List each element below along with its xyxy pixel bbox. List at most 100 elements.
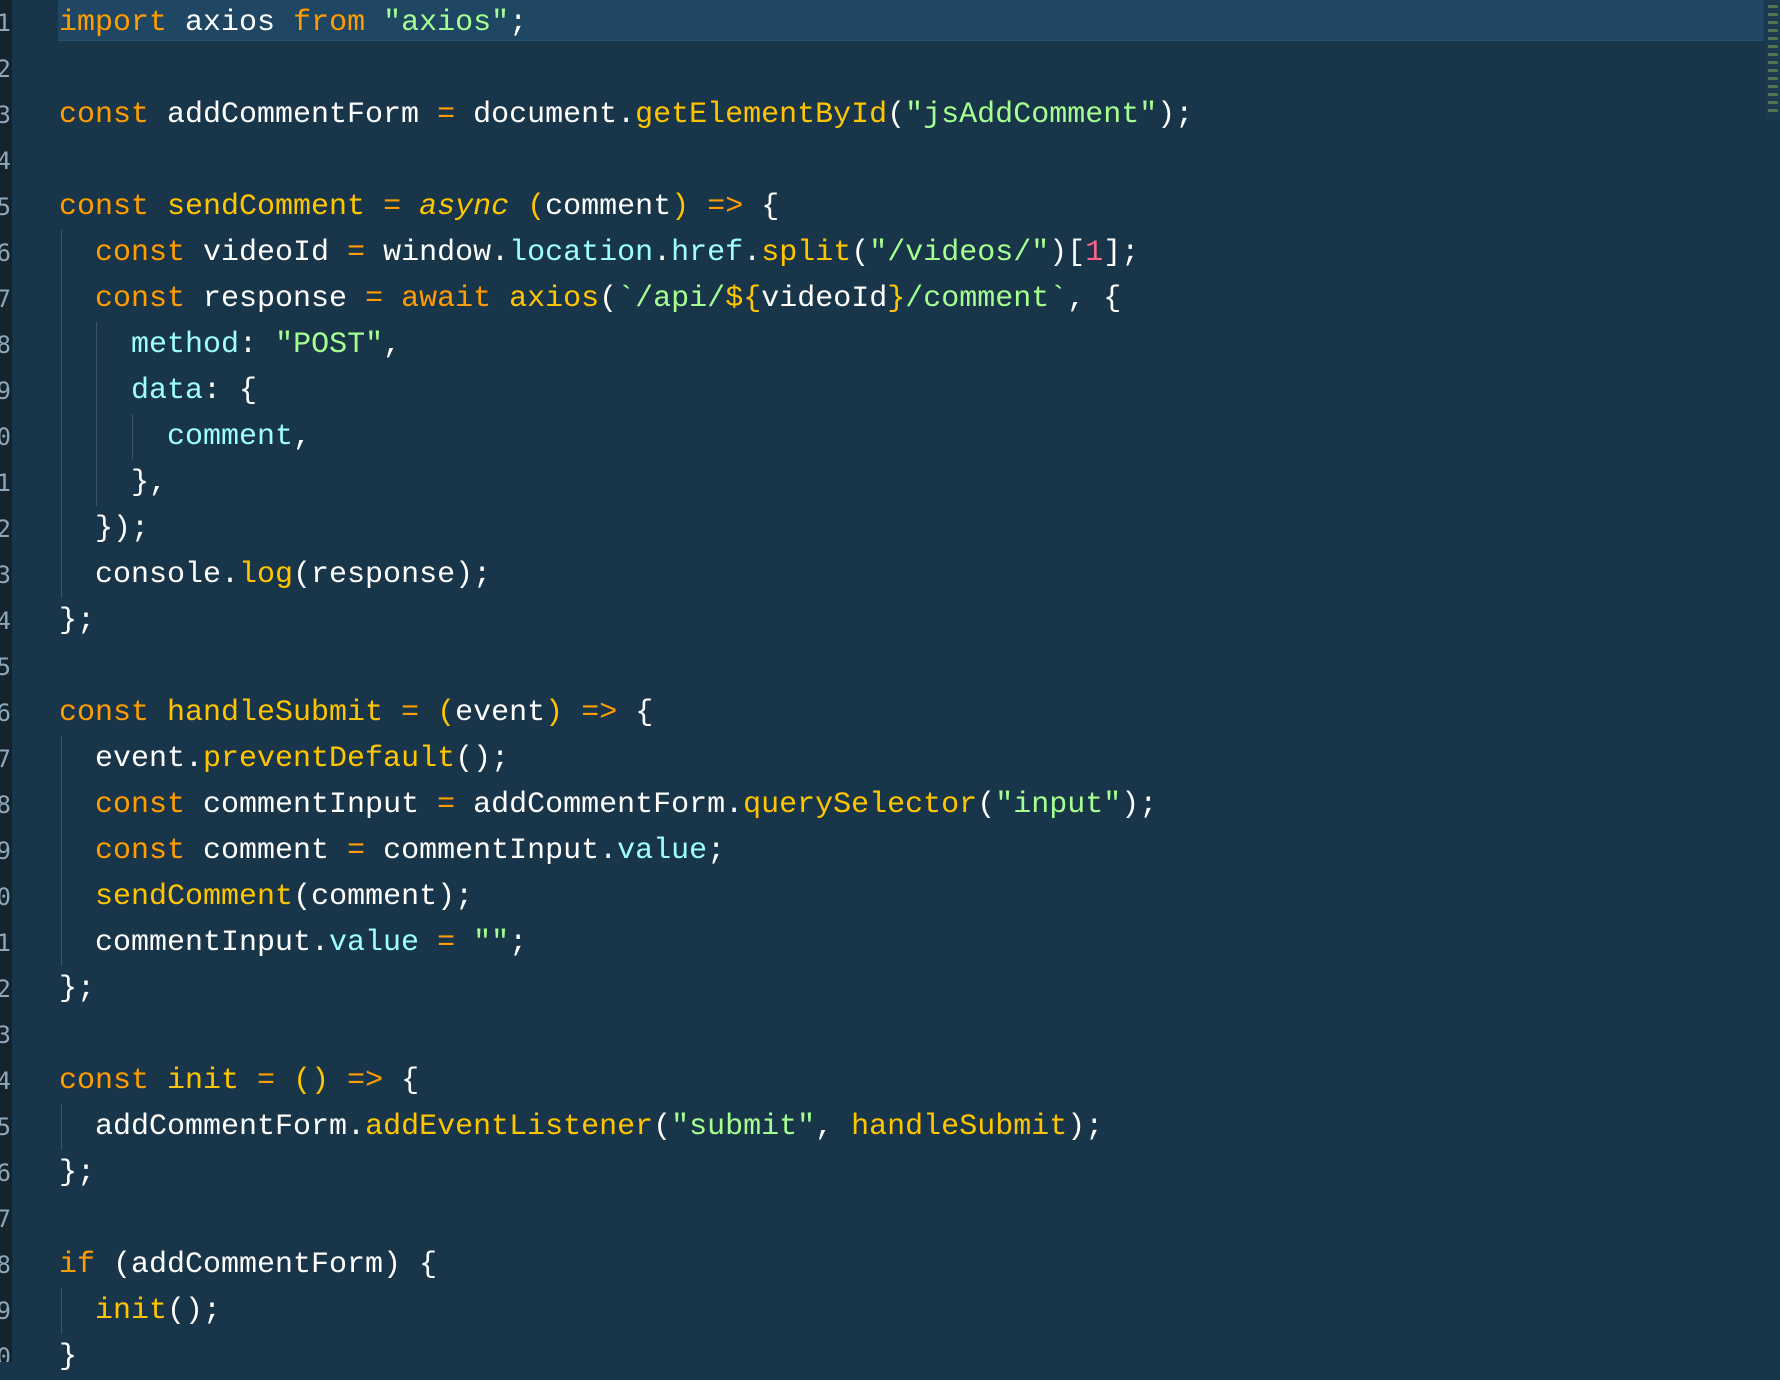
code-editor[interactable]: 1234567891011121314151617181920212223242…: [0, 0, 1780, 1374]
code-line[interactable]: [59, 1196, 1760, 1242]
code-token: };: [59, 1156, 96, 1190]
code-token: href: [671, 236, 744, 270]
line-number: 27: [0, 1205, 11, 1233]
code-line[interactable]: addCommentForm.addEventListener("submit"…: [59, 1104, 1760, 1150]
code-token: const: [95, 788, 186, 822]
code-line[interactable]: commentInput.value = "";: [59, 920, 1760, 966]
code-line[interactable]: data: {: [59, 368, 1760, 414]
code-token: (: [437, 696, 456, 730]
code-line[interactable]: const videoId = window.location.href.spl…: [59, 230, 1760, 276]
code-token: comment: [185, 834, 348, 868]
code-token: (: [977, 788, 996, 822]
code-token: const: [59, 98, 150, 132]
code-line[interactable]: },: [59, 460, 1760, 506]
code-token: {: [743, 190, 780, 224]
code-token: ;: [509, 6, 528, 40]
code-token: if: [59, 1248, 96, 1282]
code-token: .: [653, 236, 672, 270]
code-line[interactable]: sendComment(comment);: [59, 874, 1760, 920]
code-line[interactable]: const addCommentForm = document.getEleme…: [59, 92, 1760, 138]
code-line[interactable]: const response = await axios(`/api/${vid…: [59, 276, 1760, 322]
code-token: event.: [59, 742, 204, 776]
code-token: =>: [347, 1064, 384, 1098]
code-line[interactable]: [59, 46, 1760, 92]
code-line[interactable]: const handleSubmit = (event) => {: [59, 690, 1760, 736]
code-token: };: [59, 604, 96, 638]
minimap[interactable]: [1766, 0, 1780, 120]
code-token: const: [59, 696, 150, 730]
code-token: =: [347, 236, 366, 270]
code-line[interactable]: [59, 644, 1760, 690]
code-line[interactable]: }: [59, 1334, 1760, 1380]
line-number: 29: [0, 1297, 11, 1325]
code-line[interactable]: const comment = commentInput.value;: [59, 828, 1760, 874]
code-line[interactable]: method: "POST",: [59, 322, 1760, 368]
code-line[interactable]: [59, 138, 1760, 184]
code-token: console.: [59, 558, 240, 592]
code-token: ,: [293, 420, 312, 454]
code-token: const: [59, 1064, 150, 1098]
code-line[interactable]: const commentInput = addCommentForm.quer…: [59, 782, 1760, 828]
code-line[interactable]: };: [59, 966, 1760, 1012]
code-line[interactable]: console.log(response);: [59, 552, 1760, 598]
code-token: log: [239, 558, 294, 592]
code-token: sendComment: [167, 190, 366, 224]
code-token: (): [293, 1064, 330, 1098]
code-token: split: [761, 236, 852, 270]
code-token: data: [131, 374, 204, 408]
code-line[interactable]: };: [59, 598, 1760, 644]
code-line[interactable]: const init = () => {: [59, 1058, 1760, 1104]
indent-guide: [61, 920, 62, 966]
line-number: 4: [0, 147, 11, 175]
code-token: init: [95, 1294, 168, 1328]
code-token: init: [167, 1064, 240, 1098]
code-token: axios: [167, 6, 294, 40]
code-line[interactable]: const sendComment = async (comment) => {: [59, 184, 1760, 230]
code-line[interactable]: };: [59, 1150, 1760, 1196]
code-token: =: [437, 926, 456, 960]
line-number: 25: [0, 1113, 11, 1141]
code-token: "": [473, 926, 510, 960]
code-content[interactable]: import axios from "axios"; const addComm…: [59, 0, 1760, 1380]
code-token: handleSubmit: [167, 696, 384, 730]
code-line[interactable]: });: [59, 506, 1760, 552]
line-number: 12: [0, 515, 11, 543]
code-line[interactable]: comment,: [59, 414, 1760, 460]
code-token: `/api/: [617, 282, 726, 316]
code-token: handleSubmit: [851, 1110, 1068, 1144]
code-line[interactable]: [59, 1012, 1760, 1058]
code-token: , {: [1067, 282, 1122, 316]
indent-guide: [61, 276, 62, 322]
code-line[interactable]: init();: [59, 1288, 1760, 1334]
code-token: =>: [707, 190, 744, 224]
code-token: value: [617, 834, 708, 868]
code-token: =: [437, 788, 456, 822]
code-token: (response);: [293, 558, 492, 592]
indent-guide: [61, 874, 62, 920]
code-token: 1: [1085, 236, 1104, 270]
code-token: ;: [707, 834, 726, 868]
line-number: 6: [0, 239, 11, 267]
code-line[interactable]: import axios from "axios";: [59, 0, 1760, 46]
code-line[interactable]: if (addCommentForm) {: [59, 1242, 1760, 1288]
code-token: commentInput: [185, 788, 438, 822]
indent-guide: [61, 368, 62, 414]
code-token: sendComment: [95, 880, 294, 914]
code-line[interactable]: event.preventDefault();: [59, 736, 1760, 782]
